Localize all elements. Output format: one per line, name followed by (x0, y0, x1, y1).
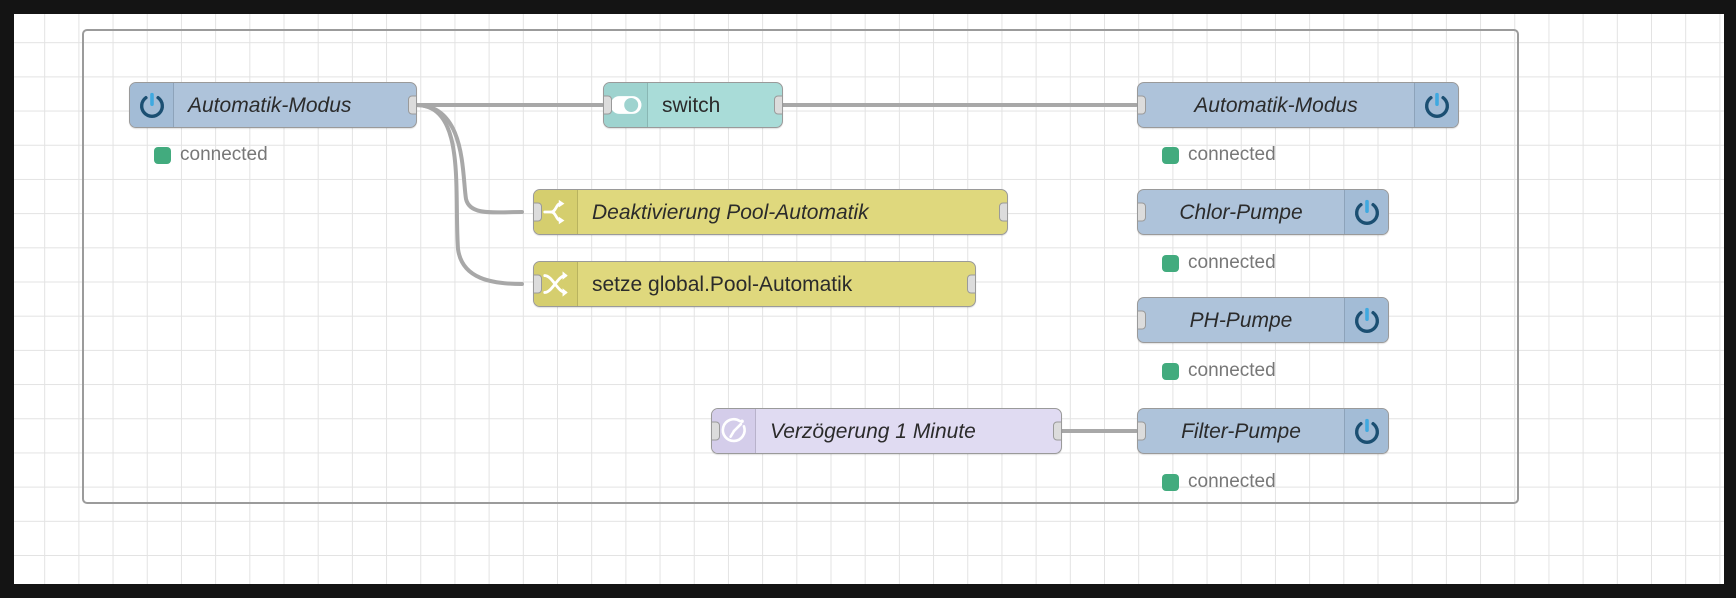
node-label: Filter-Pumpe (1138, 409, 1344, 453)
node-deaktivierung-pool-automatik[interactable]: Deaktivierung Pool-Automatik (533, 189, 1008, 235)
node-verzoegerung-1-minute[interactable]: Verzögerung 1 Minute (711, 408, 1062, 454)
status-dot (1162, 255, 1179, 272)
status-dot (1162, 363, 1179, 380)
node-label: Automatik-Modus (174, 83, 365, 127)
node-label: setze global.Pool-Automatik (578, 262, 866, 306)
status-text: connected (1188, 144, 1276, 166)
status-ph-pumpe: connected (1162, 360, 1276, 382)
status-dot (1162, 474, 1179, 491)
node-label: Deaktivierung Pool-Automatik (578, 190, 883, 234)
node-label: PH-Pumpe (1138, 298, 1344, 342)
output-port[interactable] (1053, 422, 1062, 441)
input-port[interactable] (1137, 311, 1146, 330)
status-chlor-pumpe: connected (1162, 252, 1276, 274)
input-port[interactable] (603, 96, 612, 115)
status-filter-pumpe: connected (1162, 471, 1276, 493)
power-icon (1414, 83, 1458, 127)
node-automatik-modus-input[interactable]: Automatik-Modus (129, 82, 417, 128)
node-setze-global-pool-automatik[interactable]: setze global.Pool-Automatik (533, 261, 976, 307)
status-text: connected (1188, 252, 1276, 274)
flow-canvas[interactable]: Automatik-Modus connected switch (14, 14, 1724, 584)
node-switch-toggle[interactable]: switch (603, 82, 783, 128)
node-label: Automatik-Modus (1138, 83, 1414, 127)
input-port[interactable] (1137, 96, 1146, 115)
power-icon (130, 83, 174, 127)
node-filter-pumpe[interactable]: Filter-Pumpe (1137, 408, 1389, 454)
input-port[interactable] (1137, 203, 1146, 222)
status-text: connected (1188, 471, 1276, 493)
power-icon (1344, 190, 1388, 234)
input-port[interactable] (533, 275, 542, 294)
output-port[interactable] (999, 203, 1008, 222)
output-port[interactable] (967, 275, 976, 294)
status-dot (154, 147, 171, 164)
power-icon (1344, 298, 1388, 342)
node-label: Verzögerung 1 Minute (756, 409, 990, 453)
input-port[interactable] (533, 203, 542, 222)
output-port[interactable] (774, 96, 783, 115)
status-dot (1162, 147, 1179, 164)
status-text: connected (1188, 360, 1276, 382)
node-ph-pumpe[interactable]: PH-Pumpe (1137, 297, 1389, 343)
screenshot-root: Automatik-Modus connected switch (0, 0, 1736, 598)
node-chlor-pumpe[interactable]: Chlor-Pumpe (1137, 189, 1389, 235)
node-label: switch (648, 83, 734, 127)
power-icon (1344, 409, 1388, 453)
node-automatik-modus-output[interactable]: Automatik-Modus (1137, 82, 1459, 128)
output-port[interactable] (408, 96, 417, 115)
node-label: Chlor-Pumpe (1138, 190, 1344, 234)
input-port[interactable] (711, 422, 720, 441)
status-automatik-modus-input: connected (154, 144, 268, 166)
input-port[interactable] (1137, 422, 1146, 441)
status-automatik-modus-output: connected (1162, 144, 1276, 166)
status-text: connected (180, 144, 268, 166)
